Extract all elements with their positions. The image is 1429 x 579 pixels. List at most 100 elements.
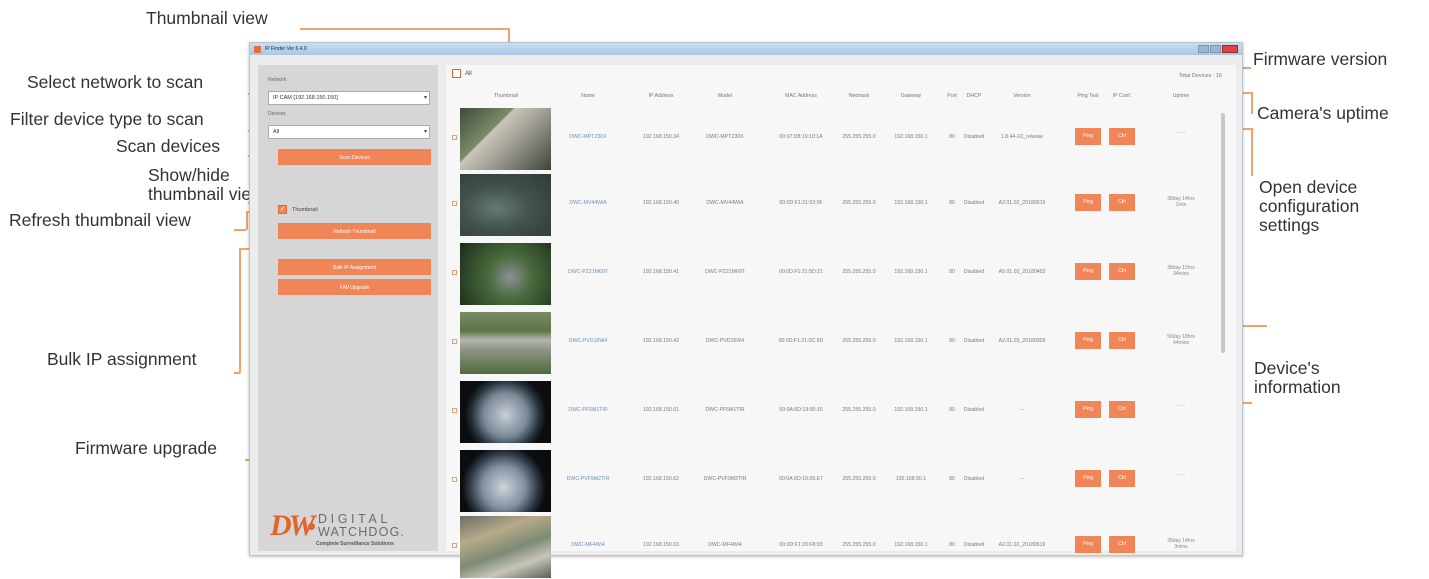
camera-thumbnail <box>460 312 551 374</box>
column-header[interactable]: Name <box>581 93 595 99</box>
cell-model: DWC-PF5M1TIR <box>705 407 745 413</box>
column-header[interactable]: Version <box>1013 93 1030 99</box>
leader-line <box>234 229 246 231</box>
ping-test-button[interactable]: Ping <box>1075 263 1101 280</box>
callout-scan-devices: Scan devices <box>116 136 221 156</box>
cell-uptime: - - - <box>1161 403 1201 409</box>
cell-gateway: 192.168.150.1 <box>894 542 928 548</box>
uptime-line: 3mins <box>1174 544 1188 551</box>
close-button[interactable] <box>1222 45 1238 53</box>
callout-line: thumbnail view <box>148 183 264 204</box>
cell-ip: 192.168.150.63 <box>642 542 680 548</box>
callout-thumbnail-view: Thumbnail view <box>146 8 268 28</box>
column-header[interactable]: Thumbnail <box>494 93 518 99</box>
device-row[interactable]: DWC-MV44WiA 192.168.150.40 DWC-MV44WiA 00:0… <box>446 173 1226 237</box>
ping-test-button[interactable]: Ping <box>1075 194 1101 211</box>
column-header[interactable]: Ping Test <box>1077 93 1098 99</box>
chevron-down-icon: ▾ <box>423 95 427 101</box>
thumbnail-toggle[interactable]: ✓ Thumbnail <box>278 205 318 214</box>
uptime-line: 1min <box>1175 202 1187 209</box>
title-bar: IP Finder Ver 6.4.0 <box>250 43 1242 55</box>
cell-port: 80 <box>949 134 955 140</box>
cell-name: DWC-MV44WiA <box>569 200 607 206</box>
cell-uptime: 38day 15hrs 34mins <box>1161 265 1201 278</box>
scan-devices-button[interactable]: Scan Devices <box>278 149 431 165</box>
thumbnail-checkbox[interactable]: ✓ <box>278 205 287 214</box>
ping-test-button[interactable]: Ping <box>1075 128 1101 145</box>
column-header[interactable]: IP Conf. <box>1113 93 1132 99</box>
chevron-down-icon: ▾ <box>423 129 427 135</box>
refresh-thumbnail-button[interactable]: Refresh Thumbnail <box>278 223 431 239</box>
vertical-scrollbar[interactable] <box>1221 113 1225 353</box>
column-header[interactable]: Port <box>947 93 957 99</box>
device-row[interactable]: DWC-PZ21M69T 192.168.150.41 DWC-PZ21M69T 00… <box>446 242 1226 306</box>
column-header[interactable]: Uptime <box>1173 93 1189 99</box>
uptime-line: 34mins <box>1172 271 1190 278</box>
callout-bulk-ip: Bulk IP assignment <box>47 349 197 369</box>
cell-mac: 00:0D:F1:20:F8:93 <box>779 542 823 548</box>
ip-config-button[interactable]: Ctrl <box>1109 470 1135 487</box>
cell-dhcp: Disabled <box>963 407 985 413</box>
app-icon <box>254 45 261 53</box>
cell-gateway: 192.168.150.1 <box>894 407 928 413</box>
column-header[interactable]: DHCP <box>967 93 982 99</box>
row-checkbox[interactable] <box>452 270 457 275</box>
ping-test-button[interactable]: Ping <box>1075 536 1101 553</box>
cell-version: A5.01.03_20180403 <box>998 269 1046 275</box>
row-checkbox[interactable] <box>452 543 457 548</box>
ping-test-button[interactable]: Ping <box>1075 470 1101 487</box>
callout-device-info: Device's information <box>1254 359 1341 397</box>
device-row[interactable]: DWC-PVD16W4 192.168.150.42 DWC-PVD16W4 00:0… <box>446 311 1226 375</box>
cell-name: DWC-PF5M1TIR <box>568 407 608 413</box>
callout-line: Show/hide <box>148 165 230 185</box>
column-header[interactable]: Netmask <box>849 93 869 99</box>
cell-gateway: 192.168.150.1 <box>894 200 928 206</box>
callout-line: information <box>1254 376 1341 397</box>
cell-ip: 192.168.150.62 <box>642 476 680 482</box>
row-checkbox[interactable] <box>452 408 457 413</box>
device-row[interactable]: DWC-MPTZ30X 192.168.150.34 DWC-MPTZ30X 00:0… <box>446 107 1226 171</box>
column-header[interactable]: IP Address <box>649 93 674 99</box>
callout-firmware-upgrade: Firmware upgrade <box>75 438 217 458</box>
ip-config-button[interactable]: Ctrl <box>1109 401 1135 418</box>
row-checkbox[interactable] <box>452 135 457 140</box>
camera-thumbnail <box>460 108 551 170</box>
cell-mac: 00:0D:F1:21:53:0F <box>779 200 823 206</box>
cell-netmask: 255.255.255.0 <box>842 407 876 413</box>
cell-dhcp: Disabled <box>963 200 985 206</box>
column-header[interactable]: MAC Address <box>785 93 817 99</box>
select-all-toggle[interactable]: All <box>452 69 472 78</box>
cell-port: 80 <box>949 407 955 413</box>
column-header[interactable]: Model <box>718 93 732 99</box>
cell-dhcp: Disabled <box>963 476 985 482</box>
network-select[interactable]: IP CAM [192.168.150.150] ▾ <box>268 91 430 105</box>
ping-test-button[interactable]: Ping <box>1075 332 1101 349</box>
cell-version: A2.01.02_20180619 <box>998 200 1046 206</box>
column-header[interactable]: Gateway <box>901 93 921 99</box>
ping-test-button[interactable]: Ping <box>1075 401 1101 418</box>
device-type-select[interactable]: All ▾ <box>268 125 430 139</box>
device-row[interactable]: DWC-PVF9M2TIR 192.168.150.62 DWC-PVF9M2TIR… <box>446 449 1226 513</box>
ip-config-button[interactable]: Ctrl <box>1109 128 1135 145</box>
minimize-button[interactable] <box>1198 45 1209 53</box>
row-checkbox[interactable] <box>452 201 457 206</box>
row-checkbox[interactable] <box>452 339 457 344</box>
select-all-label: All <box>465 70 472 77</box>
ip-config-button[interactable]: Ctrl <box>1109 332 1135 349</box>
cell-model: DWC-MF4Wi4 <box>708 542 742 548</box>
device-row[interactable]: DWC-MF4Wi4 192.168.150.63 DWC-MF4Wi4 00:0D:… <box>446 515 1226 579</box>
network-label: Network <box>268 77 287 83</box>
ip-config-button[interactable]: Ctrl <box>1109 194 1135 211</box>
select-all-checkbox[interactable] <box>452 69 461 78</box>
ip-config-button[interactable]: Ctrl <box>1109 536 1135 553</box>
callout-filter-device: Filter device type to scan <box>10 109 204 129</box>
maximize-button[interactable] <box>1210 45 1221 53</box>
bulk-ip-assignment-button[interactable]: Bulk IP Assignment <box>278 259 431 275</box>
callout-line: Open device <box>1259 177 1358 197</box>
cell-version: -- <box>1020 476 1024 482</box>
device-row[interactable]: DWC-PF5M1TIR 192.168.150.61 DWC-PF5M1TIR 00… <box>446 380 1226 444</box>
logo-mark: DW <box>270 509 315 542</box>
firmware-upgrade-button[interactable]: F/W Upgrade <box>278 279 431 295</box>
ip-config-button[interactable]: Ctrl <box>1109 263 1135 280</box>
row-checkbox[interactable] <box>452 477 457 482</box>
